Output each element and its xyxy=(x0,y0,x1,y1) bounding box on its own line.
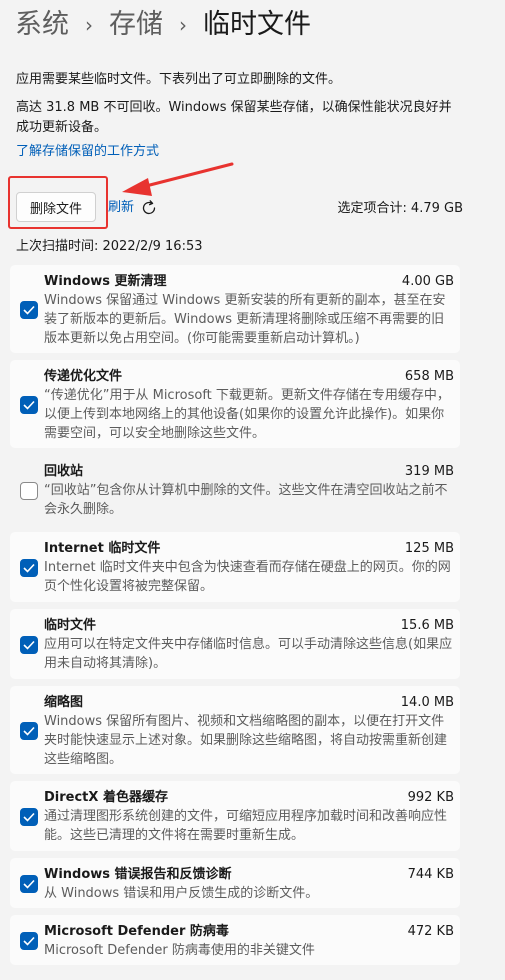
list-item-windows-error-reporting: Windows 错误报告和反馈诊断 744 KB 从 Windows 错误和用户… xyxy=(10,858,460,908)
delete-files-button[interactable]: 删除文件 xyxy=(16,192,96,222)
item-size: 4.00 GB xyxy=(401,274,454,289)
list-item-internet-temp-files: Internet 临时文件 125 MB Internet 临时文件夹中包含为快… xyxy=(10,532,460,602)
selected-total-label: 选定项合计: xyxy=(337,201,407,216)
checkmark-icon xyxy=(23,640,35,650)
item-title: DirectX 着色器缓存 xyxy=(44,790,168,805)
checkbox-temporary-files[interactable] xyxy=(20,636,38,654)
item-size: 472 KB xyxy=(407,924,454,939)
list-item-recycle-bin: 回收站 319 MB “回收站”包含你从计算机中删除的文件。这些文件在清空回收站… xyxy=(10,455,460,525)
checkmark-icon xyxy=(23,879,35,889)
item-description: “回收站”包含你从计算机中删除的文件。这些文件在清空回收站之前不会永久删除。 xyxy=(44,483,448,517)
intro-text: 应用需要某些临时文件。下表列出了可立即删除的文件。 高达 31.8 MB 不可回… xyxy=(16,70,464,138)
item-title: 传递优化文件 xyxy=(44,369,123,384)
checkmark-icon xyxy=(23,305,35,315)
item-title: Windows 更新清理 xyxy=(44,274,167,289)
checkmark-icon xyxy=(23,726,35,736)
chevron-right-icon: › xyxy=(85,13,93,37)
refresh-button[interactable]: 刷新 xyxy=(108,198,158,218)
checkbox-defender-antivirus[interactable] xyxy=(20,932,38,950)
item-title: 缩略图 xyxy=(44,695,84,710)
refresh-label: 刷新 xyxy=(108,200,135,215)
item-description: Windows 保留通过 Windows 更新安装的所有更新的副本，甚至在安装了… xyxy=(44,293,446,346)
checkbox-windows-update-cleanup[interactable] xyxy=(20,301,38,319)
item-size: 744 KB xyxy=(407,867,454,882)
item-title: 回收站 xyxy=(44,464,84,479)
item-size: 14.0 MB xyxy=(400,695,454,710)
item-size: 319 MB xyxy=(404,464,454,479)
item-title: Microsoft Defender 防病毒 xyxy=(44,924,229,939)
list-item-delivery-optimization: 传递优化文件 658 MB “传递优化”用于从 Microsoft 下载更新。更… xyxy=(10,360,460,448)
item-description: 从 Windows 错误和用户反馈生成的诊断文件。 xyxy=(44,886,319,901)
breadcrumb: 系统 › 存储 › 临时文件 xyxy=(15,6,311,44)
item-description: 应用可以在特定文件夹中存储临时信息。可以手动清除这些信息(如果应用未自动将其清除… xyxy=(44,637,453,671)
last-scan-time: 上次扫描时间: 2022/2/9 16:53 xyxy=(16,239,203,254)
refresh-icon xyxy=(140,199,158,217)
checkmark-icon xyxy=(23,400,35,410)
learn-more-link[interactable]: 了解存储保留的工作方式 xyxy=(16,142,159,162)
checkbox-windows-error-reporting[interactable] xyxy=(20,875,38,893)
temp-file-list: Windows 更新清理 4.00 GB Windows 保留通过 Window… xyxy=(10,265,460,972)
item-description: 通过清理图形系统创建的文件，可缩短应用程序加载时间和改善响应性能。这些已清理的文… xyxy=(44,809,448,843)
checkbox-recycle-bin[interactable] xyxy=(20,482,38,500)
item-size: 992 KB xyxy=(407,790,454,805)
item-description: Internet 临时文件夹中包含为快速查看而存储在硬盘上的网页。你的网页个性化… xyxy=(44,560,451,594)
item-size: 125 MB xyxy=(404,541,454,556)
list-item-thumbnails: 缩略图 14.0 MB Windows 保留所有图片、视频和文档缩略图的副本，以… xyxy=(10,686,460,774)
breadcrumb-storage-link[interactable]: 存储 xyxy=(109,6,163,44)
item-size: 15.6 MB xyxy=(400,618,454,633)
checkbox-internet-temp-files[interactable] xyxy=(20,559,38,577)
checkbox-directx-shader-cache[interactable] xyxy=(20,808,38,826)
page-title: 临时文件 xyxy=(203,9,311,40)
intro-line-1: 应用需要某些临时文件。下表列出了可立即删除的文件。 xyxy=(16,72,342,87)
selected-total: 选定项合计: 4.79 GB xyxy=(338,199,463,219)
item-title: Windows 错误报告和反馈诊断 xyxy=(44,867,232,882)
item-title: Internet 临时文件 xyxy=(44,541,161,556)
checkbox-thumbnails[interactable] xyxy=(20,722,38,740)
item-description: Microsoft Defender 防病毒使用的非关键文件 xyxy=(44,943,315,958)
selected-total-value: 4.79 GB xyxy=(410,201,463,216)
list-item-directx-shader-cache: DirectX 着色器缓存 992 KB 通过清理图形系统创建的文件，可缩短应用… xyxy=(10,781,460,851)
list-item-temporary-files: 临时文件 15.6 MB 应用可以在特定文件夹中存储临时信息。可以手动清除这些信… xyxy=(10,609,460,679)
list-item-defender-antivirus: Microsoft Defender 防病毒 472 KB Microsoft … xyxy=(10,915,460,965)
item-title: 临时文件 xyxy=(44,618,97,633)
chevron-right-icon: › xyxy=(179,13,187,37)
checkmark-icon xyxy=(23,812,35,822)
list-item-windows-update-cleanup: Windows 更新清理 4.00 GB Windows 保留通过 Window… xyxy=(10,265,460,353)
annotation-arrow xyxy=(122,162,234,196)
checkmark-icon xyxy=(23,563,35,573)
checkbox-delivery-optimization[interactable] xyxy=(20,396,38,414)
intro-line-2: 高达 31.8 MB 不可回收。Windows 保留某些存储，以确保性能状况良好… xyxy=(16,100,452,135)
item-description: “传递优化”用于从 Microsoft 下载更新。更新文件存储在专用缓存中，以便… xyxy=(44,388,450,441)
breadcrumb-system-link[interactable]: 系统 xyxy=(15,6,69,44)
item-description: Windows 保留所有图片、视频和文档缩略图的副本，以便在打开文件夹时能快速显… xyxy=(44,714,448,767)
checkmark-icon xyxy=(23,936,35,946)
item-size: 658 MB xyxy=(404,369,454,384)
